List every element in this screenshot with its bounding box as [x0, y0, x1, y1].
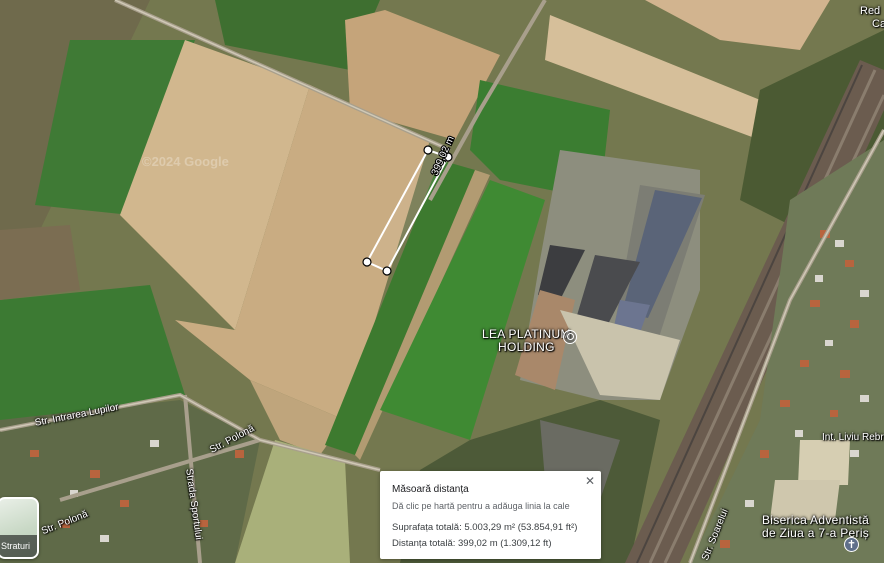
panel-title: Măsoară distanța	[392, 484, 469, 495]
label-ca: Ca	[872, 18, 884, 30]
total-area: Suprafața totală: 5.003,29 m² (53.854,91…	[392, 522, 578, 533]
location-pin-icon[interactable]	[563, 330, 577, 344]
street-label-liviu-rebreanu: Int. Liviu Rebre	[822, 432, 884, 443]
measure-vertex	[423, 145, 433, 155]
measure-vertex	[362, 257, 372, 267]
church-icon[interactable]: ✝	[844, 537, 859, 552]
imagery-watermark: ©2024 Google	[142, 154, 229, 169]
poi-label-text: Biserica Adventistă de Ziua a 7-a Periș	[762, 513, 870, 540]
label-red: Red	[860, 5, 881, 17]
layers-button[interactable]: Straturi	[0, 497, 39, 559]
layers-label: Straturi	[0, 535, 37, 557]
total-distance: Distanța totală: 399,02 m (1.309,12 ft)	[392, 538, 552, 549]
panel-hint: Dă clic pe hartă pentru a adăuga linia l…	[392, 501, 570, 511]
measure-vertex	[382, 266, 392, 276]
poi-label-lea-platinum[interactable]: LEA PLATINUM HOLDING	[482, 328, 571, 354]
measure-distance-panel: Măsoară distanța ✕ Dă clic pe hartă pent…	[380, 471, 601, 559]
poi-label-text: LEA PLATINUM HOLDING	[482, 327, 571, 354]
close-icon[interactable]: ✕	[585, 474, 595, 488]
poi-label-biserica[interactable]: Biserica Adventistă de Ziua a 7-a Periș	[762, 514, 869, 540]
